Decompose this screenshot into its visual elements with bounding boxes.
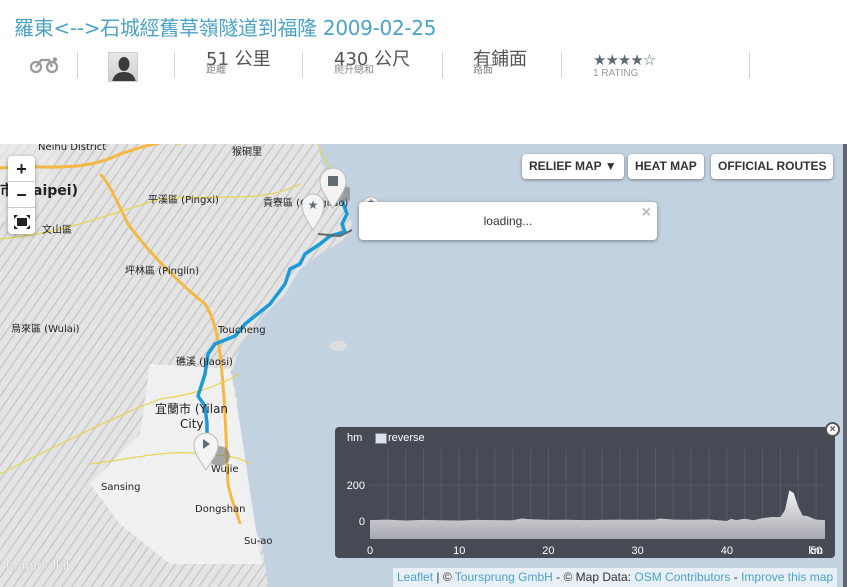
x-tick-label: 20 <box>542 545 554 557</box>
y-tick-label: 200 <box>347 480 365 492</box>
route-title: 羅東<-->石城經舊草嶺隧道到福隆 2009-02-25 <box>14 16 437 40</box>
zoom-out-button[interactable]: − <box>8 182 35 208</box>
map-label: Toucheng <box>218 325 266 336</box>
x-unit-label: km <box>808 545 823 557</box>
fullscreen-button[interactable] <box>8 208 35 234</box>
map-label: 烏來區 (Wulai) <box>11 324 80 335</box>
zoom-control: + − <box>8 156 35 234</box>
popup-close-button[interactable]: × <box>642 204 651 222</box>
stat-divider <box>77 52 78 78</box>
map-label: Dongshan <box>195 504 246 515</box>
maptoolkit-watermark: Maptoolkit <box>6 557 70 573</box>
scrollbar[interactable] <box>843 144 847 587</box>
elevation-gain-unit: 公尺 <box>374 49 411 70</box>
stat-elevation-gain: 430 公尺 爬升總和 <box>334 50 410 76</box>
x-tick-label: 10 <box>453 545 465 557</box>
map-label: 坪林區 (Pinglin) <box>125 266 200 277</box>
map-label: 平溪區 (Pingxi) <box>148 195 219 206</box>
poi-marker[interactable]: ★ <box>300 192 326 232</box>
stat-rating[interactable]: ★★★★☆ 1 RATING <box>593 53 656 79</box>
stat-divider <box>174 52 175 78</box>
fullscreen-icon <box>13 215 30 230</box>
attribution-text: | © <box>433 570 455 584</box>
map-label: 宜蘭市 (Yilan <box>155 402 229 416</box>
heat-map-button[interactable]: HEAT MAP <box>628 154 704 179</box>
toursprung-link[interactable]: Toursprung GmbH <box>455 570 553 584</box>
attribution-text: - © Map Data: <box>552 570 635 584</box>
improve-map-link[interactable]: Improve this map <box>741 570 833 584</box>
map-label: Sansing <box>101 482 141 493</box>
stat-divider <box>561 52 562 78</box>
relief-map-dropdown[interactable]: RELIEF MAP ▼ <box>522 154 624 179</box>
user-avatar[interactable] <box>108 52 138 82</box>
distance-unit: 公里 <box>234 49 271 70</box>
rating-stars[interactable]: ★★★★☆ <box>593 53 656 69</box>
osm-link[interactable]: OSM Contributors <box>634 570 730 584</box>
map-label: City <box>180 417 204 431</box>
popup-loading-text: loading... <box>483 214 533 228</box>
elevation-area <box>370 490 825 539</box>
map-label: 猴硐里 <box>232 147 262 158</box>
attribution-text: - <box>730 570 742 584</box>
map-label: Su-ao <box>244 536 273 547</box>
rating-count: 1 RATING <box>593 68 639 79</box>
elevation-close-button[interactable]: × <box>825 422 840 437</box>
map-view[interactable]: Neihu District 猴硐里 市 (Taipei) 平溪區 (Pingx… <box>0 144 847 587</box>
stat-divider <box>302 52 303 78</box>
map-label: 文山區 <box>42 225 72 236</box>
x-tick-label: 30 <box>632 545 644 557</box>
x-tick-label: 40 <box>721 545 733 557</box>
map-attribution: Leaflet | © Toursprung GmbH - © Map Data… <box>393 568 838 587</box>
x-tick-label: 0 <box>367 545 373 557</box>
loading-popup: loading... × <box>359 202 657 240</box>
zoom-in-button[interactable]: + <box>8 156 35 182</box>
stat-surface: 有鋪面 路面 <box>473 50 527 76</box>
user-silhouette-icon <box>112 57 136 81</box>
stat-distance: 51 公里 距離 <box>206 50 271 76</box>
stop-icon <box>328 176 338 186</box>
elevation-profile-panel: hm reverse 0 200 0 10 20 30 40 50 km <box>335 427 835 558</box>
y-tick-label: 0 <box>359 516 365 528</box>
start-marker[interactable] <box>192 430 232 472</box>
stat-divider <box>442 52 443 78</box>
official-routes-button[interactable]: OFFICIAL ROUTES <box>711 154 834 179</box>
star-icon: ★ <box>308 198 319 212</box>
elevation-chart: 02000 10 20 30 40 50km <box>347 449 825 557</box>
map-label: 礁溪 (Jiaosi) <box>176 357 233 368</box>
leaflet-link[interactable]: Leaflet <box>397 570 433 584</box>
map-label: Neihu District <box>38 144 107 153</box>
bike-icon <box>30 57 59 73</box>
stat-divider <box>749 52 750 78</box>
